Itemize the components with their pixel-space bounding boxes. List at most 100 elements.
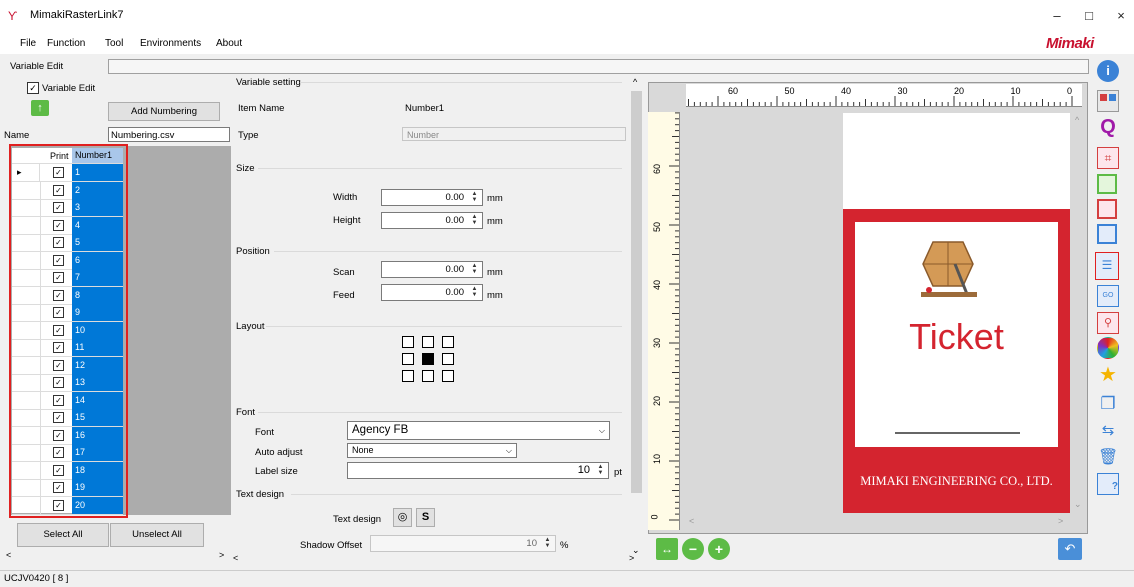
- scroll-up-icon[interactable]: ^: [633, 77, 637, 87]
- width-unit: mm: [487, 193, 503, 204]
- shadow-offset-input[interactable]: 10 ▲ ▼: [370, 535, 556, 552]
- spinner-icon[interactable]: ▲ ▼: [594, 464, 607, 477]
- item-name-value: Number1: [405, 103, 445, 114]
- highlight-box: [9, 144, 128, 518]
- preview-hscrollbar[interactable]: < >: [686, 516, 1070, 528]
- font-select[interactable]: Agency FB ⌵: [347, 421, 610, 440]
- crop-icon[interactable]: ⌗: [1097, 147, 1119, 169]
- layout-anchor-grid[interactable]: [402, 336, 462, 384]
- spinner-icon[interactable]: ▲ ▼: [468, 191, 481, 204]
- window-title: MimakiRasterLink7: [30, 9, 124, 21]
- scroll-left-icon[interactable]: <: [689, 516, 694, 526]
- height-value: 0.00: [445, 215, 465, 226]
- layout-icon[interactable]: [1097, 174, 1117, 194]
- size-group-label: Size: [236, 163, 255, 174]
- minimize-button[interactable]: –: [1045, 6, 1069, 26]
- maximize-button[interactable]: □: [1077, 6, 1101, 26]
- scroll-up-icon[interactable]: ^: [1075, 115, 1079, 125]
- nesting-icon[interactable]: [1097, 199, 1117, 219]
- spinner-icon[interactable]: ▲ ▼: [468, 286, 481, 299]
- ticket-title: Ticket: [909, 316, 1004, 357]
- select-all-button[interactable]: Select All: [17, 523, 109, 547]
- scan-input[interactable]: 0.00 ▲ ▼: [381, 261, 483, 278]
- layout-anchor[interactable]: [402, 336, 414, 348]
- scroll-right-icon[interactable]: >: [629, 553, 634, 563]
- variable-edit-checkbox-label: Variable Edit: [42, 83, 96, 94]
- star-icon[interactable]: ★: [1097, 364, 1119, 386]
- trash-icon[interactable]: 🗑: [1097, 447, 1119, 469]
- search-icon[interactable]: ⚲: [1097, 312, 1119, 334]
- layout-anchor[interactable]: [402, 370, 414, 382]
- menu-environments[interactable]: Environments: [140, 38, 201, 49]
- ruler-label: 50: [784, 86, 795, 96]
- import-icon[interactable]: ↑: [31, 100, 49, 116]
- unselect-all-button[interactable]: Unselect All: [110, 523, 204, 547]
- scroll-down-icon[interactable]: ⌄: [1074, 499, 1082, 510]
- print-go-icon[interactable]: GO: [1097, 285, 1119, 307]
- ruler-label: 30: [652, 337, 663, 349]
- position-group-label: Position: [236, 246, 270, 257]
- layout-anchor[interactable]: [442, 370, 454, 382]
- ruler-label: 20: [954, 86, 965, 96]
- color-wheel-icon[interactable]: [1097, 337, 1119, 359]
- variable-edit-icon[interactable]: ☰: [1095, 252, 1119, 280]
- fit-page-icon[interactable]: ↔: [656, 538, 678, 560]
- shadow-offset-label: Shadow Offset: [300, 540, 363, 551]
- settings-hscrollbar[interactable]: < >: [231, 553, 643, 565]
- info-icon[interactable]: i: [1097, 60, 1119, 82]
- zoom-out-icon[interactable]: −: [682, 538, 704, 560]
- layout-anchor[interactable]: [442, 353, 454, 365]
- menu-file[interactable]: File: [20, 38, 36, 49]
- job-list-icon[interactable]: [1097, 90, 1119, 112]
- quick-edit-icon[interactable]: Q: [1097, 116, 1119, 138]
- auto-adjust-select[interactable]: None ⌵: [347, 443, 517, 458]
- feed-input[interactable]: 0.00 ▲ ▼: [381, 284, 483, 301]
- chevron-down-icon: ⌵: [505, 446, 512, 455]
- scroll-right-icon[interactable]: >: [219, 550, 224, 560]
- scroll-left-icon[interactable]: <: [6, 550, 11, 560]
- title-bar: [0, 0, 1134, 32]
- variable-edit-checkbox[interactable]: ✓: [27, 82, 39, 94]
- scroll-thumb[interactable]: [631, 91, 642, 493]
- copy-icon[interactable]: ❐: [1097, 393, 1119, 415]
- zoom-in-icon[interactable]: +: [708, 538, 730, 560]
- settings-scrollbar[interactable]: ^ ⌄: [629, 75, 643, 560]
- text-design-label: Text design: [333, 514, 382, 525]
- text-outline-button[interactable]: ◎: [393, 508, 412, 527]
- shadow-offset-unit: %: [560, 540, 569, 551]
- variable-setting-label: Variable setting: [236, 77, 301, 88]
- undo-icon[interactable]: ↶: [1058, 538, 1082, 560]
- width-value: 0.00: [445, 192, 465, 203]
- layout-anchor[interactable]: [402, 353, 414, 365]
- spinner-icon[interactable]: ▲ ▼: [468, 214, 481, 227]
- text-shadow-button[interactable]: S: [416, 508, 435, 527]
- ruler-label: 0: [649, 514, 660, 520]
- menu-function[interactable]: Function: [47, 38, 85, 49]
- scan-label: Scan: [333, 267, 355, 278]
- width-input[interactable]: 0.00 ▲ ▼: [381, 189, 483, 206]
- help-icon[interactable]: ?: [1097, 473, 1119, 495]
- ruler-labels: 60 50 40 30 20 10 0: [686, 86, 1082, 96]
- transfer-icon[interactable]: ⇆: [1097, 420, 1119, 442]
- spinner-icon[interactable]: ▲ ▼: [541, 537, 554, 550]
- menu-tool[interactable]: Tool: [105, 38, 123, 49]
- menu-about[interactable]: About: [216, 38, 242, 49]
- height-input[interactable]: 0.00 ▲ ▼: [381, 212, 483, 229]
- left-scrollbar[interactable]: < >: [4, 550, 230, 562]
- tiling-icon[interactable]: [1097, 224, 1117, 244]
- auto-adjust-value: None: [352, 445, 374, 455]
- layout-anchor[interactable]: [422, 353, 434, 365]
- spinner-icon[interactable]: ▲ ▼: [468, 263, 481, 276]
- scroll-right-icon[interactable]: >: [1058, 516, 1063, 526]
- layout-anchor[interactable]: [422, 336, 434, 348]
- preview-vscrollbar[interactable]: ^ ⌄: [1074, 113, 1084, 513]
- close-button[interactable]: ×: [1109, 6, 1133, 26]
- label-size-input[interactable]: 10 ▲ ▼: [347, 462, 609, 479]
- scroll-left-icon[interactable]: <: [233, 553, 238, 563]
- ruler-label: 30: [897, 86, 908, 96]
- layout-anchor[interactable]: [442, 336, 454, 348]
- type-label: Type: [238, 130, 259, 141]
- layout-anchor[interactable]: [422, 370, 434, 382]
- add-numbering-button[interactable]: Add Numbering: [108, 102, 220, 121]
- feed-value: 0.00: [445, 287, 465, 298]
